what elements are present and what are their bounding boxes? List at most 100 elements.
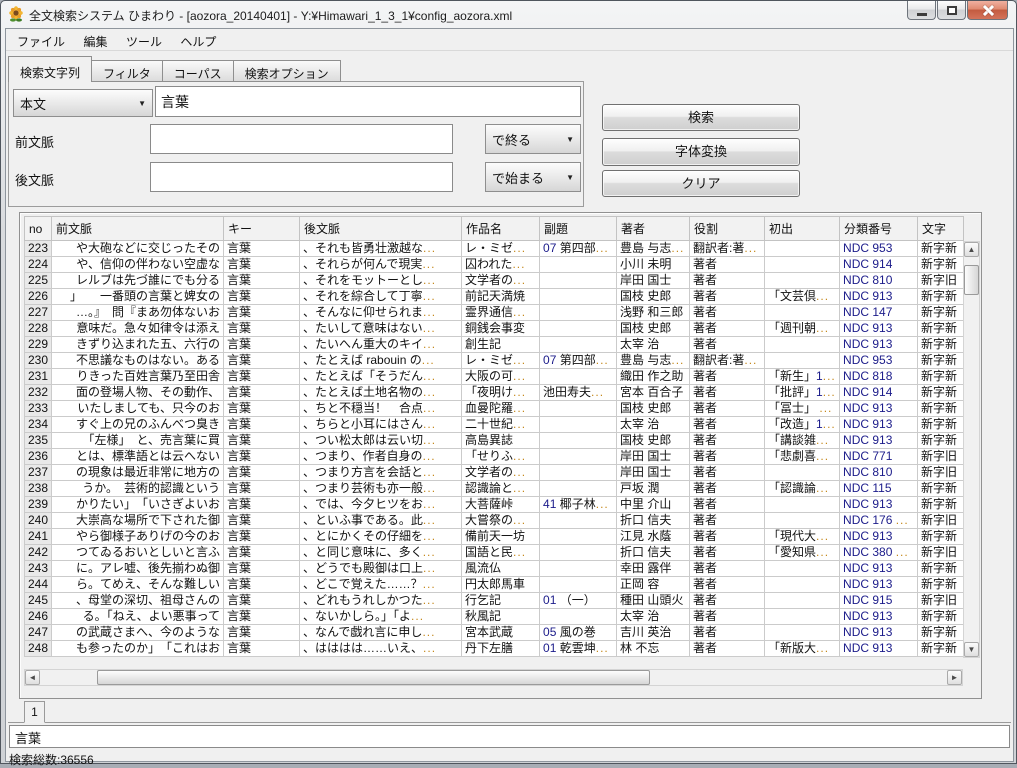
cell-author[interactable]: 吉川 英治	[617, 625, 690, 641]
cell-first_pub[interactable]	[765, 465, 840, 481]
table-row[interactable]: 227…。』 問『まあ勿体ないお言葉、そんなに仰せられま...霊界通信...浅野…	[25, 305, 964, 321]
cell-role[interactable]: 著者	[690, 305, 765, 321]
cell-script[interactable]: 新字新	[918, 241, 964, 257]
cell-no[interactable]: 233	[25, 401, 52, 417]
cell-work[interactable]: レ・ミゼ...	[462, 353, 540, 369]
cell-prev[interactable]: に。アレ嘘、後先揃わぬ御	[52, 561, 224, 577]
cell-ndc[interactable]: NDC 771	[840, 449, 918, 465]
cell-script[interactable]: 新字新	[918, 625, 964, 641]
cell-subtitle[interactable]: 07 第四部...	[540, 241, 617, 257]
cell-role[interactable]: 翻訳者:著...	[690, 241, 765, 257]
cell-next[interactable]: 、たいして意味はない...	[300, 321, 462, 337]
cell-next[interactable]: 、つまり方言を会話と...	[300, 465, 462, 481]
table-row[interactable]: 236とは、標準語とは云へない言葉、つまり、作者自身の...「せりふ...岸田 …	[25, 449, 964, 465]
cell-ndc[interactable]: NDC 913	[840, 289, 918, 305]
cell-author[interactable]: 宮本 百合子	[617, 385, 690, 401]
cell-subtitle[interactable]: 41 椰子林...	[540, 497, 617, 513]
table-row[interactable]: 246る。「ねえ、よい悪事って言葉、ないかしら。」「よ...秋風記太宰 治著者N…	[25, 609, 964, 625]
cell-ndc[interactable]: NDC 913	[840, 433, 918, 449]
next-context-input[interactable]	[150, 162, 453, 192]
cell-script[interactable]: 新字新	[918, 417, 964, 433]
cell-subtitle[interactable]	[540, 577, 617, 593]
cell-key[interactable]: 言葉	[224, 273, 300, 289]
cell-subtitle[interactable]	[540, 465, 617, 481]
cell-work[interactable]: 行乞記	[462, 593, 540, 609]
table-row[interactable]: 238うか。 芸術的認識という言葉、つまり芸術も亦一般...認識論と...戸坂 …	[25, 481, 964, 497]
cell-next[interactable]: 、と同じ意味に、多く...	[300, 545, 462, 561]
column-header-role[interactable]: 役割	[690, 217, 765, 241]
cell-no[interactable]: 240	[25, 513, 52, 529]
clear-button[interactable]: クリア	[602, 170, 800, 197]
cell-next[interactable]: 、つまり芸術も亦一般...	[300, 481, 462, 497]
cell-no[interactable]: 248	[25, 641, 52, 657]
cell-ndc[interactable]: NDC 915	[840, 593, 918, 609]
menu-tools[interactable]: ツール	[119, 29, 169, 53]
table-row[interactable]: 226」 一番頭の言葉と婢女の言葉、それを綜合して丁寧...前記天満焼国枝 史郎…	[25, 289, 964, 305]
cell-first_pub[interactable]	[765, 241, 840, 257]
cell-key[interactable]: 言葉	[224, 497, 300, 513]
cell-role[interactable]: 著者	[690, 273, 765, 289]
cell-author[interactable]: 小川 未明	[617, 257, 690, 273]
cell-no[interactable]: 231	[25, 369, 52, 385]
cell-work[interactable]: 宮本武蔵	[462, 625, 540, 641]
cell-next[interactable]: 、はははは……いえ、...	[300, 641, 462, 657]
cell-next[interactable]: 、たとえば「そうだん...	[300, 369, 462, 385]
cell-prev[interactable]: の現象は最近非常に地方の	[52, 465, 224, 481]
cell-next[interactable]: 、どうでも殿御は口上...	[300, 561, 462, 577]
cell-ndc[interactable]: NDC 176 ...	[840, 513, 918, 529]
cell-author[interactable]: 林 不忘	[617, 641, 690, 657]
cell-key[interactable]: 言葉	[224, 641, 300, 657]
cell-first_pub[interactable]	[765, 577, 840, 593]
cell-prev[interactable]: 面の登場人物、その動作、	[52, 385, 224, 401]
cell-next[interactable]: 、どれもうれしかつた...	[300, 593, 462, 609]
cell-next[interactable]: 、ちらと小耳にはさん...	[300, 417, 462, 433]
cell-subtitle[interactable]: 05 風の巻	[540, 625, 617, 641]
cell-author[interactable]: 中里 介山	[617, 497, 690, 513]
cell-no[interactable]: 241	[25, 529, 52, 545]
table-row[interactable]: 244ら。てめえ、そんな難しい言葉、どこで覚えた……？...円太郎馬車正岡 容著…	[25, 577, 964, 593]
cell-key[interactable]: 言葉	[224, 417, 300, 433]
cell-ndc[interactable]: NDC 147	[840, 305, 918, 321]
cell-next[interactable]: 、どこで覚えた……？...	[300, 577, 462, 593]
cell-role[interactable]: 著者	[690, 529, 765, 545]
cell-script[interactable]: 新字旧	[918, 545, 964, 561]
cell-first_pub[interactable]	[765, 561, 840, 577]
cell-author[interactable]: 折口 信夫	[617, 513, 690, 529]
column-header-script[interactable]: 文字	[918, 217, 964, 241]
cell-no[interactable]: 223	[25, 241, 52, 257]
cell-key[interactable]: 言葉	[224, 609, 300, 625]
table-row[interactable]: 232面の登場人物、その動作、言葉、たとえば土地名物の...「夜明け...池田寿…	[25, 385, 964, 401]
cell-role[interactable]: 著者	[690, 289, 765, 305]
prev-context-input[interactable]	[150, 124, 453, 154]
cell-first_pub[interactable]	[765, 305, 840, 321]
cell-key[interactable]: 言葉	[224, 337, 300, 353]
cell-work[interactable]: 大阪の可...	[462, 369, 540, 385]
cell-first_pub[interactable]: 「現代大...	[765, 529, 840, 545]
cell-subtitle[interactable]	[540, 257, 617, 273]
scroll-up-icon[interactable]: ▲	[964, 242, 979, 257]
cell-prev[interactable]: や、信仰の伴わない空虚な	[52, 257, 224, 273]
cell-subtitle[interactable]	[540, 273, 617, 289]
cell-subtitle[interactable]	[540, 513, 617, 529]
cell-prev[interactable]: ら。てめえ、そんな難しい	[52, 577, 224, 593]
cell-key[interactable]: 言葉	[224, 465, 300, 481]
cell-key[interactable]: 言葉	[224, 353, 300, 369]
cell-work[interactable]: 備前天一坊	[462, 529, 540, 545]
cell-key[interactable]: 言葉	[224, 561, 300, 577]
cell-no[interactable]: 232	[25, 385, 52, 401]
table-row[interactable]: 224や、信仰の伴わない空虚な言葉、それらが何んで現実...囚われた...小川 …	[25, 257, 964, 273]
title-bar[interactable]: 全文検索システム ひまわり - [aozora_20140401] - Y:¥H…	[1, 1, 1016, 28]
cell-next[interactable]: 、つまり、作者自身の...	[300, 449, 462, 465]
cell-first_pub[interactable]	[765, 337, 840, 353]
cell-first_pub[interactable]	[765, 609, 840, 625]
cell-ndc[interactable]: NDC 913	[840, 337, 918, 353]
cell-author[interactable]: 折口 信夫	[617, 545, 690, 561]
cell-subtitle[interactable]	[540, 529, 617, 545]
cell-prev[interactable]: すぐ上の兄のふんべつ臭き	[52, 417, 224, 433]
cell-next[interactable]: 、では、今夕ヒツをお...	[300, 497, 462, 513]
cell-author[interactable]: 豊島 与志...	[617, 353, 690, 369]
table-row[interactable]: 235「左様」 と、売言葉に買言葉、つい松太郎は云い切...高島異誌国枝 史郎著…	[25, 433, 964, 449]
cell-author[interactable]: 豊島 与志...	[617, 241, 690, 257]
cell-script[interactable]: 新字新	[918, 337, 964, 353]
cell-work[interactable]: 大菩薩峠	[462, 497, 540, 513]
